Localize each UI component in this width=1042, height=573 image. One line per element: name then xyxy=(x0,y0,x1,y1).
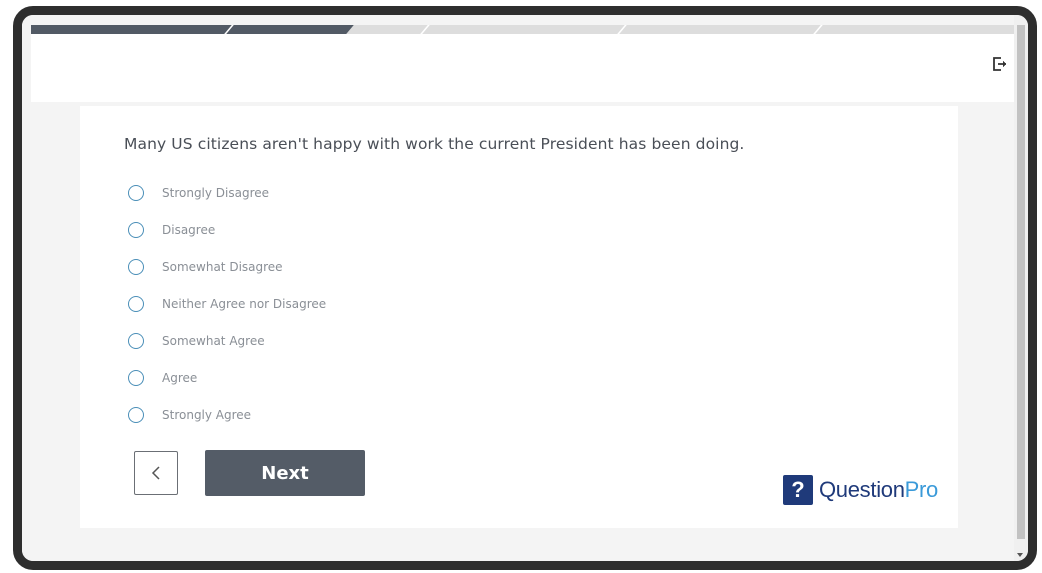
option-label: Somewhat Agree xyxy=(162,333,265,348)
progress-segment-divider xyxy=(813,25,824,34)
answer-option[interactable]: Strongly Disagree xyxy=(128,174,326,211)
answer-options: Strongly Disagree Disagree Somewhat Disagr… xyxy=(128,174,326,433)
next-button[interactable]: Next xyxy=(205,450,365,496)
scroll-down-arrow-icon[interactable] xyxy=(1017,553,1023,557)
radio-button[interactable] xyxy=(128,184,144,201)
question-text: Many US citizens aren't happy with work … xyxy=(124,135,745,153)
answer-option[interactable]: Agree xyxy=(128,359,326,396)
progress-segment-divider xyxy=(420,25,430,34)
answer-option[interactable]: Disagree xyxy=(128,211,326,248)
questionpro-logo: ? QuestionPro xyxy=(783,475,938,505)
radio-button[interactable] xyxy=(128,332,144,349)
answer-option[interactable]: Strongly Agree xyxy=(128,396,326,433)
back-button[interactable] xyxy=(134,451,178,495)
survey-viewport: Many US citizens aren't happy with work … xyxy=(22,15,1014,561)
survey-header xyxy=(31,25,1014,102)
questionpro-logo-text: QuestionPro xyxy=(819,477,938,503)
browser-frame: Many US citizens aren't happy with work … xyxy=(13,6,1037,570)
scrollbar-thumb[interactable] xyxy=(1017,25,1025,539)
radio-button[interactable] xyxy=(128,369,144,386)
option-label: Disagree xyxy=(162,222,216,237)
radio-button[interactable] xyxy=(128,295,144,312)
questionpro-logo-mark: ? xyxy=(783,475,813,505)
option-label: Somewhat Disagree xyxy=(162,259,283,274)
question-card: Many US citizens aren't happy with work … xyxy=(80,106,958,528)
radio-button[interactable] xyxy=(128,221,144,238)
answer-option[interactable]: Somewhat Disagree xyxy=(128,248,326,285)
progress-bar xyxy=(31,25,1014,34)
progress-fill xyxy=(31,25,346,34)
option-label: Agree xyxy=(162,370,198,385)
radio-button[interactable] xyxy=(128,258,144,275)
exit-icon[interactable] xyxy=(992,56,1008,72)
vertical-scrollbar[interactable] xyxy=(1014,15,1028,561)
logo-text-question: Question xyxy=(819,477,905,502)
answer-option[interactable]: Somewhat Agree xyxy=(128,322,326,359)
progress-segment-divider xyxy=(617,25,627,34)
logo-text-pro: Pro xyxy=(904,477,939,502)
option-label: Neither Agree nor Disagree xyxy=(162,296,327,311)
option-label: Strongly Agree xyxy=(162,407,252,422)
answer-option[interactable]: Neither Agree nor Disagree xyxy=(128,285,326,322)
radio-button[interactable] xyxy=(128,406,144,423)
option-label: Strongly Disagree xyxy=(162,185,270,200)
chevron-left-icon xyxy=(151,466,160,480)
